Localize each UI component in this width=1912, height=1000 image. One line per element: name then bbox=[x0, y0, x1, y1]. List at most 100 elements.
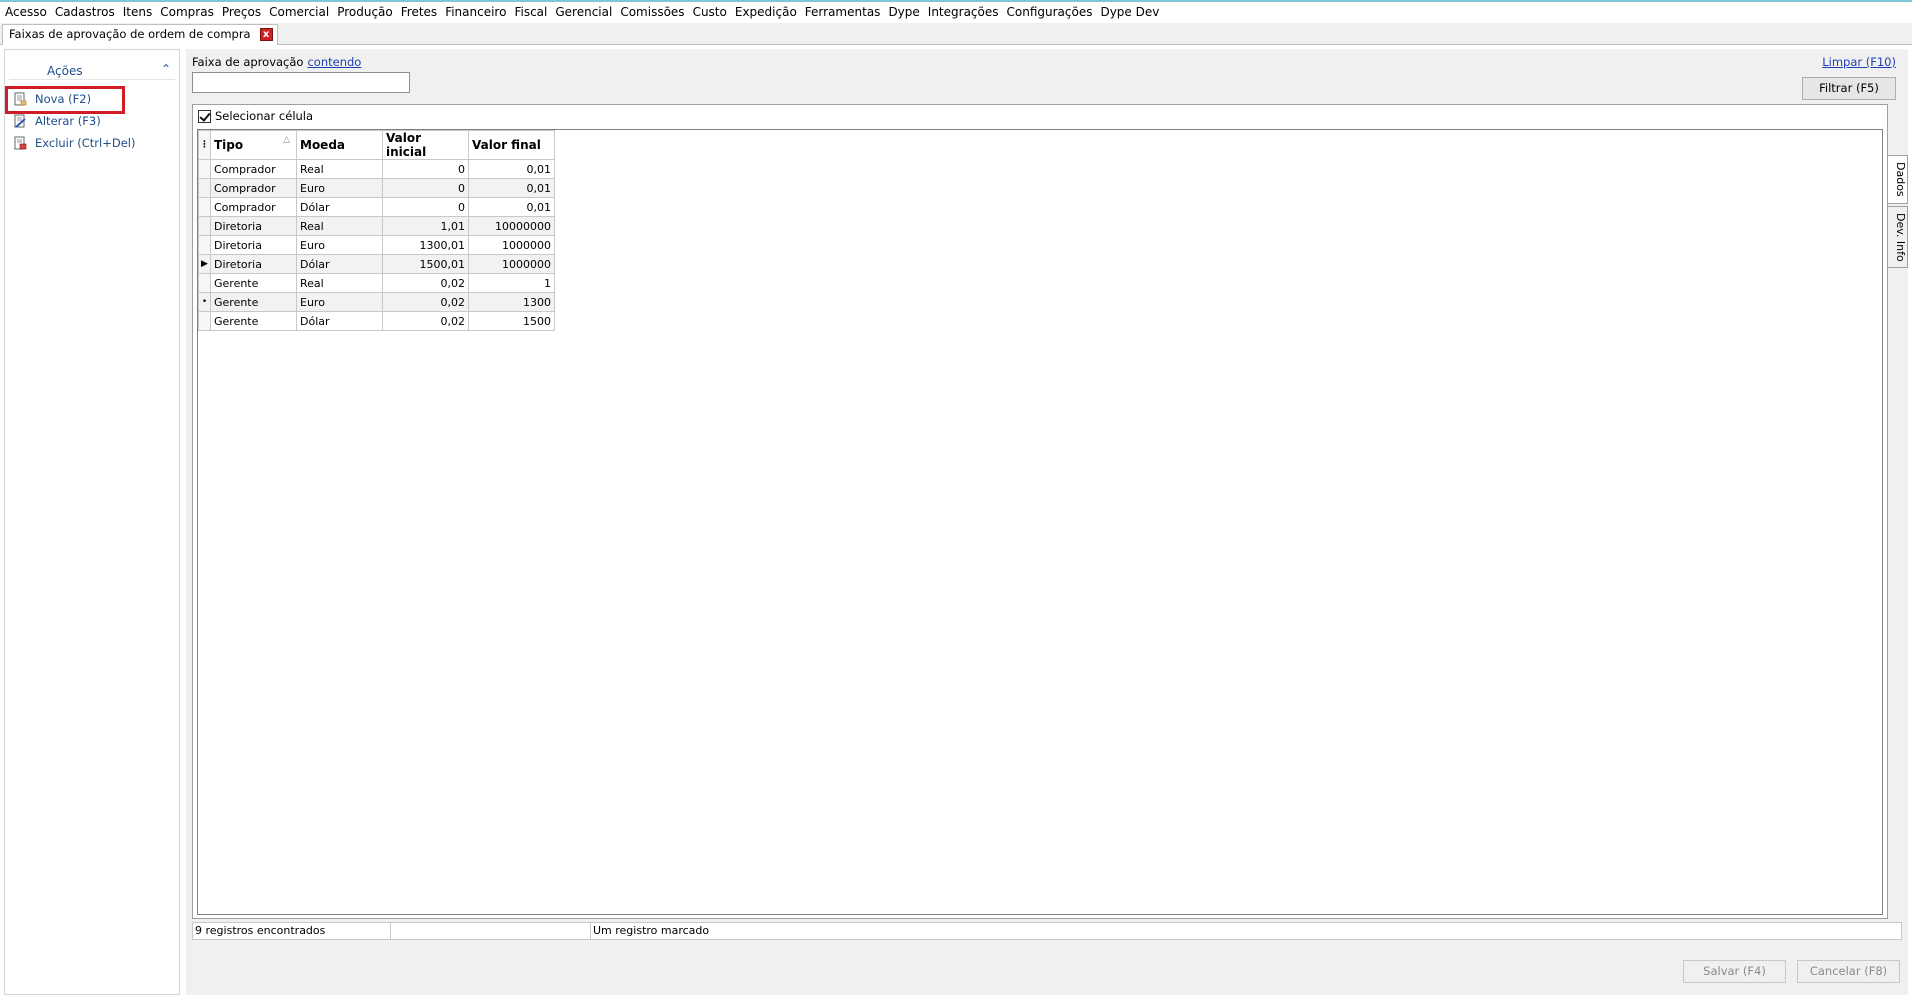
menu-item-integracoes[interactable]: Integrações bbox=[927, 5, 1006, 19]
action-excluir-button[interactable]: Excluir (Ctrl+Del) bbox=[5, 132, 181, 154]
clear-filter-link[interactable]: Limpar (F10) bbox=[1822, 55, 1896, 69]
cell-valor-inicial[interactable]: 0,02 bbox=[382, 292, 469, 312]
cell-tipo[interactable]: Gerente bbox=[210, 292, 297, 312]
cell-valor-inicial[interactable]: 1500,01 bbox=[382, 254, 469, 274]
table-row[interactable]: Comprador Dólar 0 0,01 bbox=[198, 197, 555, 217]
column-header-moeda[interactable]: Moeda bbox=[296, 130, 383, 160]
row-indicator[interactable] bbox=[198, 178, 211, 198]
cell-valor-final[interactable]: 1000000 bbox=[468, 235, 555, 255]
cell-valor-inicial[interactable]: 0 bbox=[382, 178, 469, 198]
cancel-button[interactable]: Cancelar (F8) bbox=[1797, 960, 1900, 983]
menu-item-gerencial[interactable]: Gerencial bbox=[554, 5, 619, 19]
column-header-valor-inicial[interactable]: Valor inicial bbox=[382, 130, 469, 160]
cell-valor-final[interactable]: 1500 bbox=[468, 311, 555, 331]
cell-valor-final[interactable]: 0,01 bbox=[468, 159, 555, 179]
cell-valor-final[interactable]: 1000000 bbox=[468, 254, 555, 274]
data-grid[interactable]: ⋮ Tipo △ Moeda Valor inicial Valor final … bbox=[197, 129, 1883, 915]
action-nova-button[interactable]: Nova (F2) bbox=[5, 88, 181, 110]
cell-tipo[interactable]: Comprador bbox=[210, 159, 297, 179]
cell-moeda[interactable]: Euro bbox=[296, 178, 383, 198]
close-icon[interactable]: x bbox=[259, 28, 273, 41]
cell-tipo[interactable]: Gerente bbox=[210, 273, 297, 293]
menu-item-expedicao[interactable]: Expedição bbox=[734, 5, 804, 19]
menu-item-dype-dev[interactable]: Dype Dev bbox=[1099, 5, 1166, 19]
action-label: Nova (F2) bbox=[35, 92, 92, 106]
select-cell-checkbox[interactable] bbox=[198, 109, 211, 123]
row-indicator[interactable] bbox=[198, 197, 211, 217]
row-indicator[interactable] bbox=[198, 159, 211, 179]
row-indicator[interactable] bbox=[198, 273, 211, 293]
cell-valor-final[interactable]: 10000000 bbox=[468, 216, 555, 236]
menu-item-dype[interactable]: Dype bbox=[887, 5, 926, 19]
menu-item-comercial[interactable]: Comercial bbox=[268, 5, 336, 19]
menu-item-fiscal[interactable]: Fiscal bbox=[513, 5, 554, 19]
row-indicator[interactable]: ▶ bbox=[198, 254, 211, 274]
cell-moeda[interactable]: Dólar bbox=[296, 197, 383, 217]
menu-item-itens[interactable]: Itens bbox=[122, 5, 159, 19]
table-row[interactable]: • Gerente Euro 0,02 1300 bbox=[198, 292, 555, 312]
cell-tipo[interactable]: Comprador bbox=[210, 197, 297, 217]
cell-tipo[interactable]: Diretoria bbox=[210, 254, 297, 274]
tab-faixas-aprovacao[interactable]: Faixas de aprovação de ordem de compra x bbox=[2, 24, 278, 45]
row-indicator[interactable] bbox=[198, 311, 211, 331]
column-header-label: Valor inicial bbox=[386, 131, 427, 159]
select-cell-label: Selecionar célula bbox=[215, 109, 314, 123]
cell-tipo[interactable]: Gerente bbox=[210, 311, 297, 331]
menu-item-ferramentas[interactable]: Ferramentas bbox=[804, 5, 888, 19]
cell-valor-inicial[interactable]: 1,01 bbox=[382, 216, 469, 236]
cell-valor-inicial[interactable]: 0 bbox=[382, 197, 469, 217]
table-row[interactable]: Gerente Dólar 0,02 1500 bbox=[198, 311, 555, 331]
column-header-tipo[interactable]: Tipo △ bbox=[210, 130, 297, 160]
cell-moeda[interactable]: Dólar bbox=[296, 311, 383, 331]
cell-valor-final[interactable]: 0,01 bbox=[468, 178, 555, 198]
filter-operator-link[interactable]: contendo bbox=[307, 55, 361, 69]
cell-moeda[interactable]: Dólar bbox=[296, 254, 383, 274]
table-row[interactable]: Diretoria Euro 1300,01 1000000 bbox=[198, 235, 555, 255]
cell-moeda[interactable]: Euro bbox=[296, 292, 383, 312]
save-button[interactable]: Salvar (F4) bbox=[1683, 960, 1786, 983]
cell-tipo[interactable]: Diretoria bbox=[210, 235, 297, 255]
menu-item-custo[interactable]: Custo bbox=[692, 5, 734, 19]
cell-valor-inicial[interactable]: 0 bbox=[382, 159, 469, 179]
column-header-valor-final[interactable]: Valor final bbox=[468, 130, 555, 160]
column-header-label: Tipo bbox=[214, 138, 244, 152]
table-row[interactable]: Diretoria Real 1,01 10000000 bbox=[198, 216, 555, 236]
menu-item-financeiro[interactable]: Financeiro bbox=[444, 5, 513, 19]
filter-input[interactable] bbox=[192, 72, 410, 93]
cell-tipo[interactable]: Comprador bbox=[210, 178, 297, 198]
row-indicator[interactable] bbox=[198, 235, 211, 255]
cell-valor-final[interactable]: 1 bbox=[468, 273, 555, 293]
row-indicator[interactable]: • bbox=[198, 292, 211, 312]
cell-moeda[interactable]: Real bbox=[296, 216, 383, 236]
cell-valor-inicial[interactable]: 1300,01 bbox=[382, 235, 469, 255]
action-alterar-button[interactable]: Alterar (F3) bbox=[5, 110, 181, 132]
cell-valor-inicial[interactable]: 0,02 bbox=[382, 273, 469, 293]
cell-moeda[interactable]: Real bbox=[296, 159, 383, 179]
cell-valor-final[interactable]: 1300 bbox=[468, 292, 555, 312]
table-row[interactable]: Comprador Real 0 0,01 bbox=[198, 159, 555, 179]
menu-item-precos[interactable]: Preços bbox=[221, 5, 268, 19]
menu-item-configuracoes[interactable]: Configurações bbox=[1006, 5, 1100, 19]
collapse-chevron-up-icon[interactable]: ⌃ bbox=[159, 62, 173, 76]
table-row[interactable]: ▶ Diretoria Dólar 1500,01 1000000 bbox=[198, 254, 555, 274]
select-cell-toggle[interactable]: Selecionar célula bbox=[198, 109, 313, 123]
cell-moeda[interactable]: Real bbox=[296, 273, 383, 293]
cell-valor-inicial[interactable]: 0,02 bbox=[382, 311, 469, 331]
menu-item-fretes[interactable]: Fretes bbox=[400, 5, 444, 19]
menu-item-compras[interactable]: Compras bbox=[159, 5, 221, 19]
filter-button[interactable]: Filtrar (F5) bbox=[1802, 77, 1896, 100]
cell-valor-final[interactable]: 0,01 bbox=[468, 197, 555, 217]
cell-tipo[interactable]: Diretoria bbox=[210, 216, 297, 236]
menu-item-acesso[interactable]: Acesso bbox=[4, 5, 54, 19]
table-row[interactable]: Gerente Real 0,02 1 bbox=[198, 273, 555, 293]
table-row[interactable]: Comprador Euro 0 0,01 bbox=[198, 178, 555, 198]
row-indicator[interactable] bbox=[198, 216, 211, 236]
menu-item-producao[interactable]: Produção bbox=[336, 5, 400, 19]
side-vertical-tabs: Dados Dev. Info bbox=[1888, 155, 1908, 270]
row-indicator-header-icon[interactable]: ⋮ bbox=[198, 130, 211, 160]
tab-dev-info[interactable]: Dev. Info bbox=[1888, 205, 1908, 269]
menu-item-cadastros[interactable]: Cadastros bbox=[54, 5, 122, 19]
cell-moeda[interactable]: Euro bbox=[296, 235, 383, 255]
menu-item-comissoes[interactable]: Comissões bbox=[619, 5, 691, 19]
tab-dados[interactable]: Dados bbox=[1888, 155, 1908, 204]
